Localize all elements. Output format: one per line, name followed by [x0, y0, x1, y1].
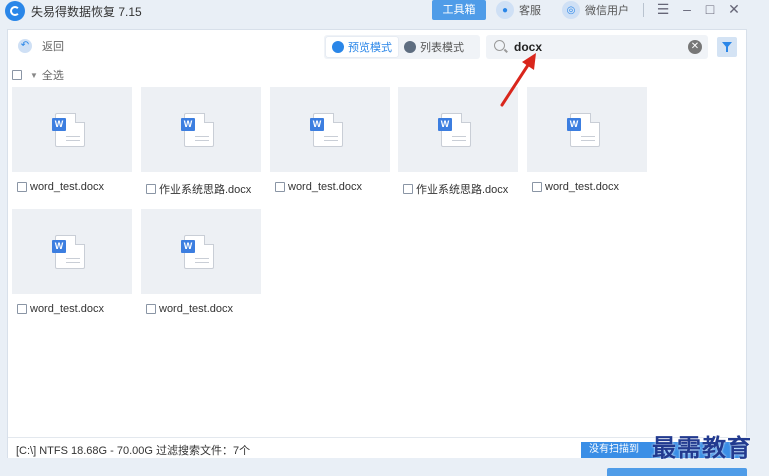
- status-text: [C:\] NTFS 18.68G - 70.00G 过滤搜索文件：7个: [16, 445, 251, 457]
- titlebar-divider: [643, 3, 644, 17]
- word-document-icon: W: [567, 113, 600, 147]
- file-name: word_test.docx: [30, 303, 104, 315]
- select-all[interactable]: ▼ 全选: [12, 67, 64, 83]
- file-checkbox[interactable]: [146, 184, 156, 194]
- file-card[interactable]: W word_test.docx: [12, 209, 132, 321]
- preview-mode-label: 预览模式: [348, 42, 392, 54]
- file-name: 作业系统思路.docx: [416, 184, 509, 196]
- file-label: word_test.docx: [17, 303, 104, 315]
- bottom-action-bar[interactable]: [607, 468, 747, 476]
- back-arrow-icon: ↶: [18, 39, 32, 53]
- file-label: 作业系统思路.docx: [403, 181, 508, 197]
- file-label: word_test.docx: [17, 181, 104, 193]
- list-view-icon: [404, 41, 416, 53]
- menu-icon[interactable]: ☰: [655, 1, 671, 17]
- file-name: 作业系统思路.docx: [159, 184, 252, 196]
- file-card[interactable]: W 作业系统思路.docx: [141, 87, 261, 199]
- file-checkbox[interactable]: [532, 182, 542, 192]
- select-all-checkbox[interactable]: [12, 70, 22, 80]
- file-checkbox[interactable]: [17, 304, 27, 314]
- grid-view-icon: [332, 41, 344, 53]
- wechat-user-label: 微信用户: [585, 5, 629, 17]
- watermark: 最需教育: [652, 433, 752, 462]
- word-document-icon: W: [181, 113, 214, 147]
- status-bar: [C:\] NTFS 18.68G - 70.00G 过滤搜索文件：7个 没有扫…: [8, 437, 746, 458]
- file-checkbox[interactable]: [146, 304, 156, 314]
- file-label: word_test.docx: [275, 181, 362, 193]
- title-bar: 失易得数据恢复 7.15 工具箱 ● 客服 ◎ 微信用户 ☰ – □ ✕: [0, 0, 769, 22]
- maximize-icon[interactable]: □: [702, 1, 718, 17]
- file-card[interactable]: W word_test.docx: [141, 209, 261, 321]
- main-panel: ↶ 返回 预览模式 列表模式 ✕ ▼ 全选 W word_test.docx: [7, 29, 747, 458]
- file-label: word_test.docx: [146, 303, 233, 315]
- list-mode-label: 列表模式: [420, 42, 464, 54]
- customer-service-label: 客服: [519, 5, 541, 17]
- wechat-icon: ◎: [562, 1, 580, 19]
- file-thumbnail[interactable]: W: [12, 87, 132, 172]
- word-document-icon: W: [52, 113, 85, 147]
- file-thumbnail[interactable]: W: [141, 87, 261, 172]
- minimize-icon[interactable]: –: [679, 1, 695, 17]
- back-button[interactable]: ↶ 返回: [18, 38, 64, 54]
- file-thumbnail[interactable]: W: [141, 209, 261, 294]
- word-document-icon: W: [181, 235, 214, 269]
- customer-service-button[interactable]: ● 客服: [496, 0, 541, 20]
- file-card[interactable]: W word_test.docx: [270, 87, 390, 199]
- file-label: 作业系统思路.docx: [146, 181, 251, 197]
- word-document-icon: W: [310, 113, 343, 147]
- word-document-icon: W: [52, 235, 85, 269]
- file-thumbnail[interactable]: W: [270, 87, 390, 172]
- red-annotation-arrow-icon: [500, 53, 536, 107]
- file-thumbnail[interactable]: W: [12, 209, 132, 294]
- file-thumbnail[interactable]: W: [527, 87, 647, 172]
- file-name: word_test.docx: [545, 181, 619, 193]
- app-title: 失易得数据恢复 7.15: [31, 5, 142, 19]
- filter-button[interactable]: [717, 37, 737, 57]
- headset-icon: ●: [496, 1, 514, 19]
- file-card[interactable]: W word_test.docx: [12, 87, 132, 199]
- close-icon[interactable]: ✕: [726, 1, 742, 17]
- file-checkbox[interactable]: [275, 182, 285, 192]
- toolbox-button[interactable]: 工具箱: [432, 0, 486, 20]
- word-document-icon: W: [438, 113, 471, 147]
- view-mode-toggle: 预览模式 列表模式: [324, 35, 480, 59]
- list-mode-button[interactable]: 列表模式: [398, 37, 470, 57]
- preview-mode-button[interactable]: 预览模式: [326, 37, 398, 57]
- app-logo-icon: [5, 1, 25, 21]
- file-card[interactable]: W word_test.docx: [527, 87, 647, 199]
- file-name: word_test.docx: [159, 303, 233, 315]
- caret-down-icon[interactable]: ▼: [30, 71, 38, 80]
- back-label: 返回: [42, 41, 64, 53]
- wechat-user-button[interactable]: ◎ 微信用户: [562, 0, 629, 20]
- file-checkbox[interactable]: [17, 182, 27, 192]
- file-label: word_test.docx: [532, 181, 619, 193]
- file-name: word_test.docx: [30, 181, 104, 193]
- file-name: word_test.docx: [288, 181, 362, 193]
- select-all-label: 全选: [41, 70, 64, 82]
- clear-search-icon[interactable]: ✕: [688, 40, 702, 54]
- file-checkbox[interactable]: [403, 184, 413, 194]
